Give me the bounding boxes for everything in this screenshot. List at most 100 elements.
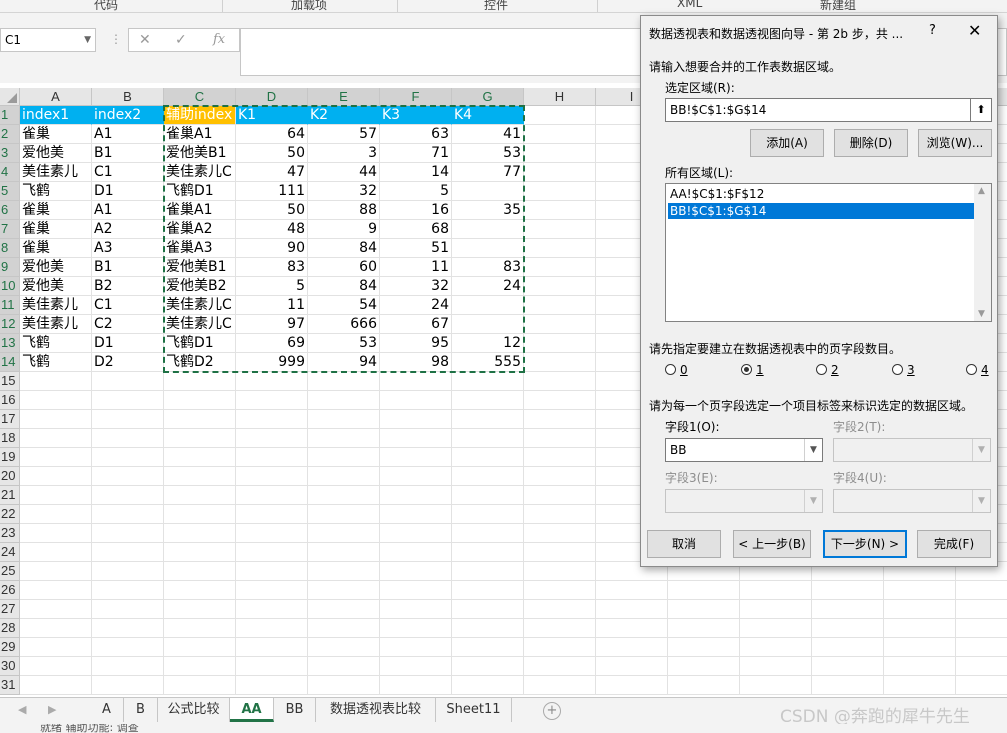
cell[interactable]: 999 [236,353,308,372]
cell[interactable]: 69 [236,334,308,353]
cell[interactable]: 83 [236,258,308,277]
cell[interactable] [524,429,596,448]
cell[interactable]: 111 [236,182,308,201]
cell[interactable] [308,448,380,467]
cell[interactable] [236,467,308,486]
column-header[interactable]: E [308,88,380,106]
cell[interactable] [20,467,92,486]
cell[interactable] [524,163,596,182]
cell[interactable]: 666 [308,315,380,334]
add-sheet-icon[interactable]: + [543,702,561,720]
chevron-down-icon[interactable]: ▼ [84,35,91,45]
cell[interactable] [92,372,164,391]
cell[interactable]: A1 [92,201,164,220]
cell[interactable]: 飞鹤D1 [164,334,236,353]
row-header[interactable]: 16 [0,391,20,410]
scroll-down-icon[interactable]: ▼ [978,309,985,319]
cell[interactable]: 美佳素儿 [20,296,92,315]
cell[interactable] [452,486,524,505]
cell[interactable] [92,619,164,638]
cell[interactable] [92,486,164,505]
cell[interactable]: 41 [452,125,524,144]
cell[interactable]: 88 [308,201,380,220]
cell[interactable] [452,372,524,391]
cell[interactable] [308,543,380,562]
scroll-up-icon[interactable]: ▲ [978,186,985,196]
row-header[interactable]: 23 [0,524,20,543]
cell[interactable]: 67 [380,315,452,334]
cell[interactable] [380,562,452,581]
cell[interactable] [452,524,524,543]
next-button[interactable]: 下一步(N) > [823,530,907,558]
cell[interactable] [452,600,524,619]
cell[interactable]: C1 [92,296,164,315]
row-header[interactable]: 18 [0,429,20,448]
cell[interactable]: 爱他美 [20,258,92,277]
cell[interactable]: 64 [236,125,308,144]
cell[interactable] [20,657,92,676]
column-header[interactable]: C [164,88,236,106]
cell[interactable] [236,638,308,657]
cell[interactable]: D2 [92,353,164,372]
cell[interactable] [452,315,524,334]
row-header[interactable]: 15 [0,372,20,391]
sheet-tab[interactable]: 数据透视表比较 [316,698,436,722]
header-cell[interactable]: index2 [92,106,164,125]
cell[interactable]: 16 [380,201,452,220]
row-header[interactable]: 28 [0,619,20,638]
cell[interactable]: 12 [452,334,524,353]
cell[interactable] [92,562,164,581]
sheet-tab[interactable]: 公式比较 [158,698,230,722]
sheet-tab[interactable]: AA [230,698,274,722]
cell[interactable] [524,562,596,581]
cell[interactable] [92,410,164,429]
cell[interactable] [20,391,92,410]
cell[interactable] [524,657,596,676]
cell[interactable] [380,581,452,600]
cell[interactable] [20,562,92,581]
close-icon[interactable]: ✕ [968,21,981,40]
cell[interactable] [164,505,236,524]
row-header[interactable]: 2 [0,125,20,144]
cell[interactable] [20,638,92,657]
cell[interactable] [380,524,452,543]
cell[interactable]: 14 [380,163,452,182]
cell[interactable] [92,543,164,562]
cell[interactable] [524,448,596,467]
cell[interactable]: 50 [236,201,308,220]
cell[interactable] [164,619,236,638]
range-input[interactable]: BB!$C$1:$G$14 [665,98,971,122]
column-header[interactable]: H [524,88,596,106]
cell[interactable] [308,372,380,391]
cell[interactable] [20,505,92,524]
cell[interactable] [236,543,308,562]
cell[interactable]: 63 [380,125,452,144]
cell[interactable] [380,429,452,448]
cell[interactable]: 飞鹤 [20,334,92,353]
cell[interactable]: 77 [452,163,524,182]
cell[interactable] [524,201,596,220]
row-header[interactable]: 25 [0,562,20,581]
row-header[interactable]: 27 [0,600,20,619]
row-header[interactable]: 3 [0,144,20,163]
finish-button[interactable]: 完成(F) [917,530,991,558]
cell[interactable] [884,638,956,657]
cell[interactable]: 32 [308,182,380,201]
cell[interactable] [524,410,596,429]
cell[interactable]: 5 [236,277,308,296]
row-header[interactable]: 22 [0,505,20,524]
cell[interactable]: 95 [380,334,452,353]
header-cell[interactable]: 辅助index [164,106,236,125]
cell[interactable]: 雀巢A2 [164,220,236,239]
insert-function-icon[interactable]: fx [213,32,225,47]
cell[interactable] [380,448,452,467]
cell[interactable] [524,220,596,239]
header-cell[interactable]: K3 [380,106,452,125]
cell[interactable]: 51 [380,239,452,258]
cell[interactable] [956,657,1007,676]
cell[interactable] [380,467,452,486]
cell[interactable] [308,524,380,543]
cell[interactable]: 爱他美B1 [164,258,236,277]
row-header[interactable]: 10 [0,277,20,296]
cell[interactable] [596,581,668,600]
